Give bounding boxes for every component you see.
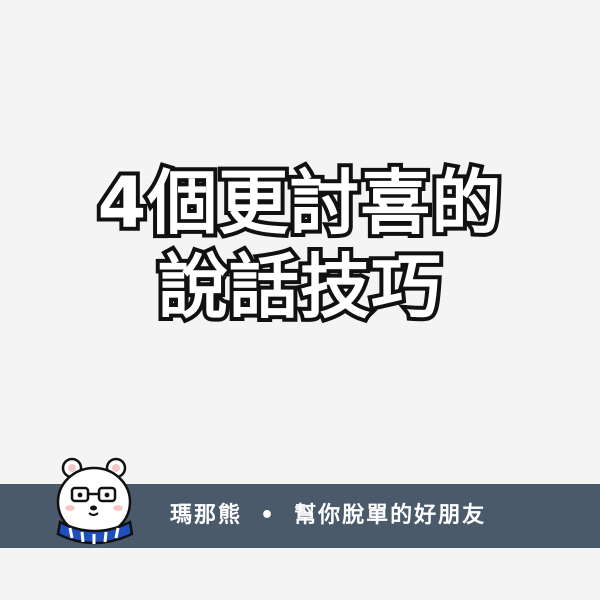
polar-bear-with-glasses-and-scarf-icon	[56, 457, 134, 545]
tagline: 幫你脫單的好朋友	[294, 503, 487, 528]
footer-caption: 瑪那熊 • 幫你脫單的好朋友	[170, 484, 486, 548]
thumbnail-canvas: 4個更討喜的 說話技巧 瑪那熊 • 幫你脫單的好朋友	[0, 0, 600, 600]
headline-line-2: 說話技巧	[154, 246, 445, 328]
brand-name: 瑪那熊	[170, 503, 243, 528]
separator-dot: •	[260, 503, 277, 528]
headline-line-1: 4個更討喜的	[94, 162, 506, 244]
